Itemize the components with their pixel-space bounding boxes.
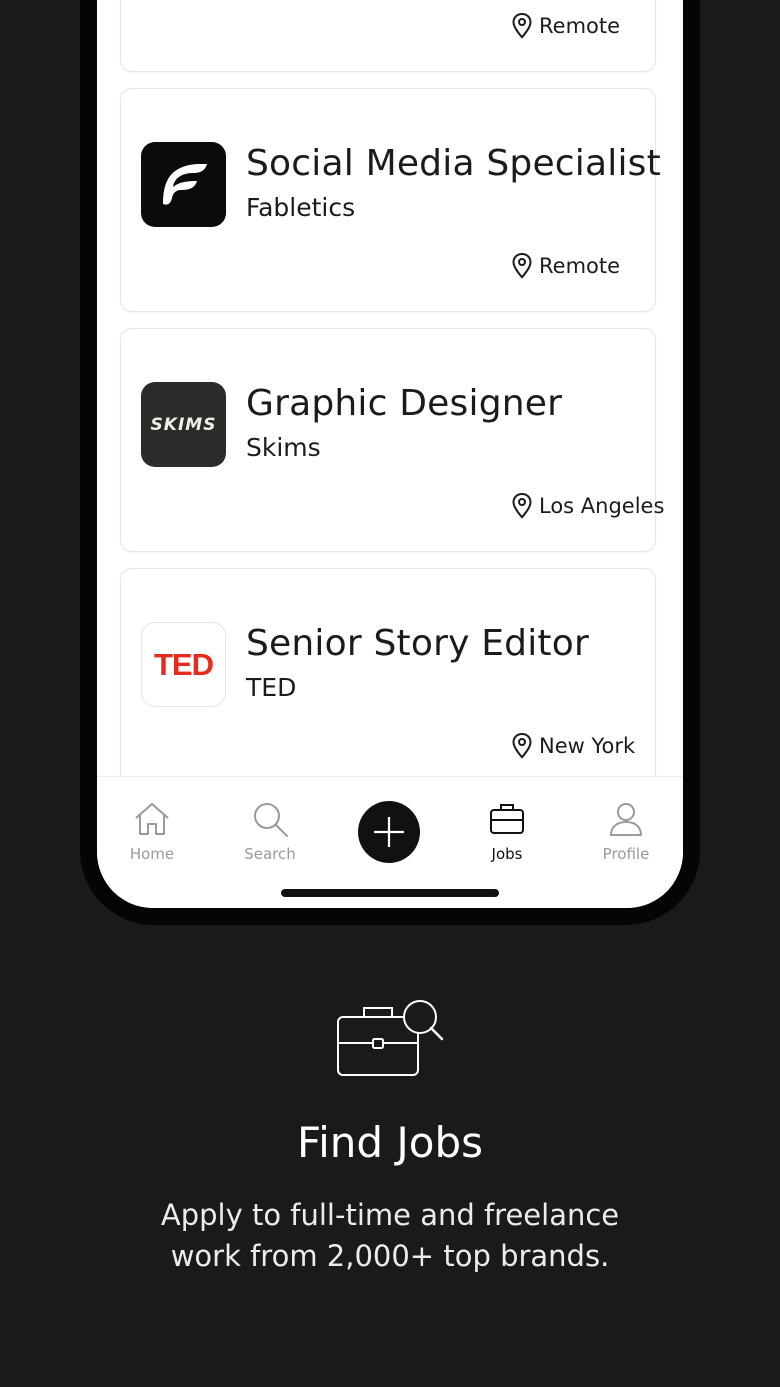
skims-logo: SKIMS bbox=[141, 382, 226, 467]
job-location: Remote bbox=[511, 12, 620, 40]
tab-profile-label: Profile bbox=[602, 845, 650, 863]
job-title: Senior Story Editor bbox=[246, 623, 589, 664]
job-location-label: Remote bbox=[539, 14, 621, 38]
company-name: TED bbox=[246, 673, 297, 702]
plus-icon bbox=[374, 817, 404, 847]
bottom-tab-bar: Home Search Jobs Profile bbox=[97, 776, 683, 908]
ted-logo: TED bbox=[141, 622, 226, 707]
person-icon bbox=[610, 803, 642, 836]
tab-jobs-label: Jobs bbox=[491, 845, 523, 863]
job-location: Los Angeles bbox=[511, 492, 664, 520]
job-location: Remote bbox=[511, 252, 620, 280]
location-pin-icon bbox=[512, 732, 532, 759]
job-card[interactable]: SKIMS Graphic Designer Skims Los Angeles bbox=[120, 328, 664, 552]
tab-search-label: Search bbox=[244, 845, 296, 863]
job-title: Graphic Designer bbox=[246, 383, 563, 424]
tab-home-label: Home bbox=[129, 845, 175, 863]
create-button[interactable] bbox=[358, 801, 420, 863]
tab-search[interactable]: Search bbox=[220, 799, 320, 863]
job-location: New York bbox=[511, 732, 635, 760]
tab-jobs[interactable]: Jobs bbox=[457, 799, 557, 863]
job-card[interactable]: TED Senior Story Editor TED New York bbox=[120, 568, 656, 808]
job-location-label: New York bbox=[539, 734, 636, 758]
skims-logo-text: SKIMS bbox=[150, 414, 217, 435]
company-name: Skims bbox=[246, 433, 321, 462]
promo-title: Find Jobs bbox=[296, 1118, 484, 1167]
tab-profile[interactable]: Profile bbox=[576, 799, 676, 863]
location-pin-icon bbox=[512, 12, 532, 39]
fabletics-logo-mark bbox=[163, 164, 207, 205]
fabletics-logo bbox=[141, 142, 226, 227]
phone-screen: Remote Social Media Specialist Fabletics… bbox=[97, 0, 683, 908]
job-location-label: Los Angeles bbox=[539, 494, 665, 518]
search-icon bbox=[254, 803, 288, 837]
job-card[interactable]: Social Media Specialist Fabletics Remote bbox=[120, 88, 661, 312]
ted-logo-text: TED bbox=[154, 646, 214, 682]
job-title: Social Media Specialist bbox=[246, 143, 661, 184]
home-indicator[interactable] bbox=[281, 889, 499, 897]
company-name: Fabletics bbox=[246, 193, 356, 222]
briefcase-search-icon bbox=[337, 1000, 444, 1076]
job-card[interactable]: Remote bbox=[120, 0, 656, 72]
promo-subtitle: Apply to full-time and freelance work fr… bbox=[160, 1198, 620, 1273]
briefcase-icon bbox=[490, 804, 524, 834]
location-pin-icon bbox=[512, 252, 532, 279]
tab-home[interactable]: Home bbox=[102, 799, 202, 863]
job-location-label: Remote bbox=[539, 254, 621, 278]
location-pin-icon bbox=[512, 492, 532, 519]
home-icon bbox=[135, 803, 169, 835]
